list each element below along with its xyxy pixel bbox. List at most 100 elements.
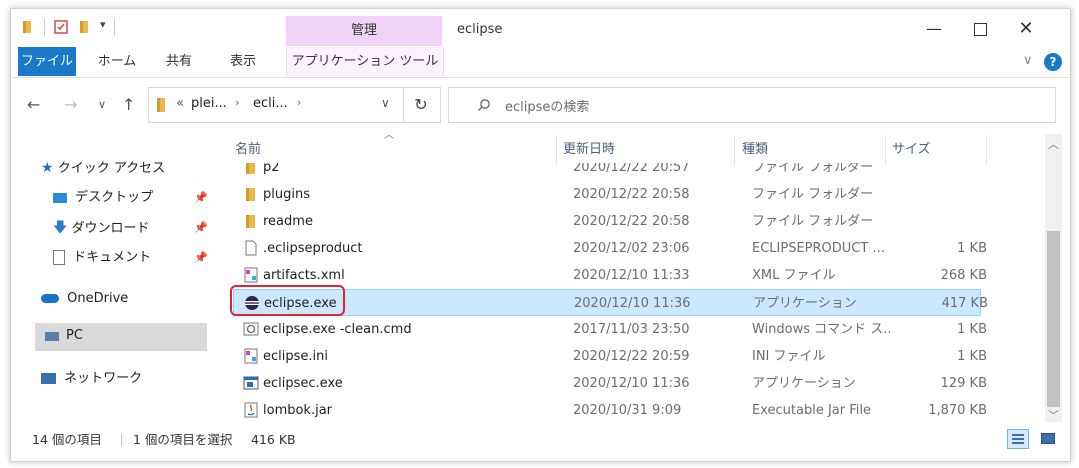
explorer-window: ▾ 管理 eclipse — ✕ ファイル ホーム 共有 表示 アプリケーション… — [10, 8, 1071, 462]
xml-file-icon — [244, 267, 258, 283]
expand-ribbon-chevron-icon[interactable]: ∨ — [1023, 53, 1033, 68]
ribbon-tabs: ファイル ホーム 共有 表示 アプリケーション ツール ∨ ? — [11, 47, 1070, 78]
file-row-eclipse-ini[interactable]: eclipse.ini 2020/12/22 20:59 INI ファイル 1 … — [233, 343, 987, 370]
large-icons-view-button[interactable] — [1037, 429, 1059, 449]
tab-share[interactable]: 共有 — [157, 47, 201, 76]
column-divider[interactable] — [986, 135, 987, 165]
column-header-type[interactable]: 種類 — [742, 137, 768, 163]
folder-icon — [246, 163, 255, 174]
sort-ascending-icon: ︿ — [384, 130, 394, 141]
refresh-icon: ↻ — [414, 95, 428, 114]
forward-arrow-icon[interactable]: → — [64, 95, 77, 114]
tab-home[interactable]: ホーム — [89, 47, 145, 76]
file-date: 2020/12/02 23:06 — [573, 241, 690, 256]
cmd-file-icon — [243, 322, 259, 336]
column-header-size[interactable]: サイズ — [892, 137, 931, 163]
up-arrow-icon[interactable]: ↑ — [122, 95, 135, 114]
breadcrumb-separator-icon[interactable]: › — [235, 96, 239, 109]
status-selected-count: 1 個の項目を選択 — [133, 432, 233, 447]
recent-locations-chevron-icon[interactable]: ∨ — [98, 98, 106, 111]
file-row-readme[interactable]: readme 2020/12/22 20:58 ファイル フォルダー — [233, 208, 981, 235]
file-size: 1,870 KB — [928, 403, 987, 418]
search-box[interactable]: eclipseの検索 — [448, 87, 1056, 123]
new-folder-icon[interactable] — [77, 19, 93, 35]
refresh-button[interactable]: ↻ — [402, 87, 441, 123]
column-divider[interactable] — [734, 135, 735, 165]
breadcrumb-overflow[interactable]: « — [176, 96, 184, 111]
search-placeholder[interactable]: eclipseの検索 — [505, 96, 589, 115]
file-size: 1 KB — [957, 322, 987, 337]
file-type: INI ファイル — [752, 349, 826, 364]
file-size — [898, 208, 987, 235]
file-type: アプリケーション — [752, 376, 856, 391]
file-row-plugins[interactable]: plugins 2020/12/22 20:58 ファイル フォルダー — [233, 181, 981, 208]
file-size — [898, 181, 987, 208]
file-type: ファイル フォルダー — [752, 163, 874, 175]
properties-icon[interactable] — [53, 19, 69, 35]
tab-file[interactable]: ファイル — [18, 47, 76, 76]
file-name: plugins — [263, 187, 310, 202]
address-bar[interactable]: « plei... › ecli... › ∨ — [148, 87, 404, 123]
file-type: ECLIPSEPRODUCT ... — [752, 241, 885, 256]
file-row-artifacts-xml[interactable]: artifacts.xml 2020/12/10 11:33 XML ファイル … — [233, 262, 987, 289]
status-selected-size: 416 KB — [251, 432, 296, 447]
app-window-icon — [243, 376, 259, 390]
breadcrumb-separator-icon[interactable]: › — [297, 96, 301, 109]
maximize-icon — [973, 23, 987, 36]
file-size: 1 KB — [957, 349, 987, 364]
column-header-name[interactable]: 名前 — [235, 137, 261, 163]
file-name: eclipse.exe -clean.cmd — [263, 322, 412, 337]
file-row-eclipse-clean-cmd[interactable]: eclipse.exe -clean.cmd 2017/11/03 23:50 … — [233, 316, 987, 343]
divider — [121, 433, 122, 447]
back-arrow-icon[interactable]: ← — [27, 95, 40, 114]
file-row-eclipsec-exe[interactable]: eclipsec.exe 2020/12/10 11:36 アプリケーション 1… — [233, 370, 987, 397]
scrollbar-thumb[interactable] — [1047, 231, 1060, 407]
divider — [114, 19, 115, 36]
address-dropdown-chevron-icon[interactable]: ∨ — [381, 96, 390, 110]
ini-file-icon — [244, 348, 258, 364]
window-title: eclipse — [457, 22, 503, 37]
file-row-p2[interactable]: p2 2020/12/22 20:57 ファイル フォルダー — [233, 163, 981, 181]
file-date: 2020/12/10 11:36 — [573, 376, 690, 391]
file-type: Executable Jar File — [752, 403, 871, 418]
minimize-button[interactable]: — — [911, 15, 957, 43]
file-row-lombok-jar[interactable]: lombok.jar 2020/10/31 9:09 Executable Ja… — [233, 397, 987, 423]
maximize-button[interactable] — [957, 15, 1003, 43]
file-size: 268 KB — [940, 268, 987, 283]
file-date: 2020/12/22 20:59 — [573, 349, 690, 364]
tab-view[interactable]: 表示 — [221, 47, 265, 76]
file-type: XML ファイル — [752, 268, 836, 283]
file-type: ファイル フォルダー — [752, 187, 874, 202]
file-row-eclipseproduct[interactable]: .eclipseproduct 2020/12/02 23:06 ECLIPSE… — [233, 235, 987, 262]
file-name: eclipsec.exe — [263, 376, 343, 391]
tab-application-tools[interactable]: アプリケーション ツール — [286, 47, 444, 76]
highlight-box — [230, 285, 345, 316]
file-size: 1 KB — [957, 241, 987, 256]
file-name: readme — [263, 214, 313, 229]
file-size: 129 KB — [940, 376, 987, 391]
file-type: ファイル フォルダー — [752, 214, 874, 229]
close-icon: ✕ — [1018, 18, 1034, 39]
scroll-up-icon[interactable]: ︿ — [1048, 136, 1059, 152]
blank-file-icon — [245, 240, 257, 256]
folder-icon[interactable] — [21, 19, 37, 35]
file-name: p2 — [263, 163, 280, 175]
close-button[interactable]: ✕ — [1003, 15, 1049, 43]
customize-toolbar-dropdown[interactable]: ▾ — [100, 18, 106, 31]
manage-context-tab[interactable]: 管理 — [286, 16, 442, 46]
title-bar: ▾ 管理 eclipse — ✕ — [11, 9, 1070, 47]
scroll-down-icon[interactable]: ﹀ — [1048, 407, 1059, 423]
breadcrumb-pleiades[interactable]: plei... — [191, 96, 227, 111]
file-date: 2020/12/10 11:36 — [574, 296, 691, 311]
file-row-eclipse-exe[interactable]: eclipse.exe 2020/12/10 11:36 アプリケーション 41… — [233, 289, 988, 316]
breadcrumb-eclipse[interactable]: ecli... — [253, 96, 288, 111]
file-name: .eclipseproduct — [263, 241, 363, 256]
file-size — [898, 163, 987, 181]
file-date: 2020/12/22 20:57 — [573, 163, 690, 175]
column-header-date[interactable]: 更新日時 — [563, 137, 615, 163]
details-view-button[interactable] — [1007, 429, 1029, 449]
column-divider[interactable] — [885, 135, 886, 165]
file-type: アプリケーション — [753, 296, 857, 311]
help-icon[interactable]: ? — [1044, 53, 1062, 71]
column-divider[interactable] — [556, 135, 557, 165]
